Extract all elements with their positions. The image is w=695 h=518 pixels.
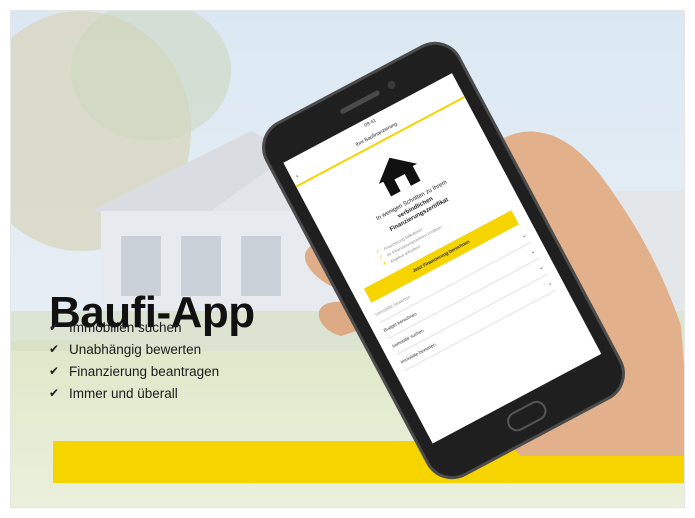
benefit-label: Finanzierung beantragen [69, 363, 220, 379]
check-icon: ✔ [381, 259, 388, 268]
chevron-down-icon: ⌄ [520, 231, 528, 240]
benefit-item: ✔ Immer und überall [49, 382, 219, 404]
check-icon: ✔ [49, 320, 60, 334]
benefit-label: Immobilien suchen [69, 319, 182, 335]
home-button[interactable] [503, 397, 551, 435]
chevron-down-icon: ⌄ [529, 247, 537, 256]
benefit-list: ✔ Immobilien suchen ✔ Unabhängig bewerte… [49, 316, 219, 404]
back-button[interactable]: ‹ [295, 174, 300, 180]
ad-frame: Baufi-App ✔ Immobilien suchen ✔ Unabhäng… [10, 10, 685, 508]
check-icon: ✔ [49, 386, 60, 400]
benefit-item: ✔ Finanzierung beantragen [49, 360, 219, 382]
benefit-label: Unabhängig bewerten [69, 341, 202, 357]
check-icon: ✔ [49, 342, 60, 356]
benefit-item: ✔ Immobilien suchen [49, 316, 219, 338]
speaker [339, 89, 381, 115]
check-icon: ✔ [49, 364, 60, 378]
chevron-down-icon: ⌄ [546, 279, 554, 288]
camera [386, 79, 397, 91]
chevron-down-icon: ⌄ [537, 263, 545, 272]
benefit-label: Immer und überall [69, 385, 178, 401]
benefit-item: ✔ Unabhängig bewerten [49, 338, 219, 360]
